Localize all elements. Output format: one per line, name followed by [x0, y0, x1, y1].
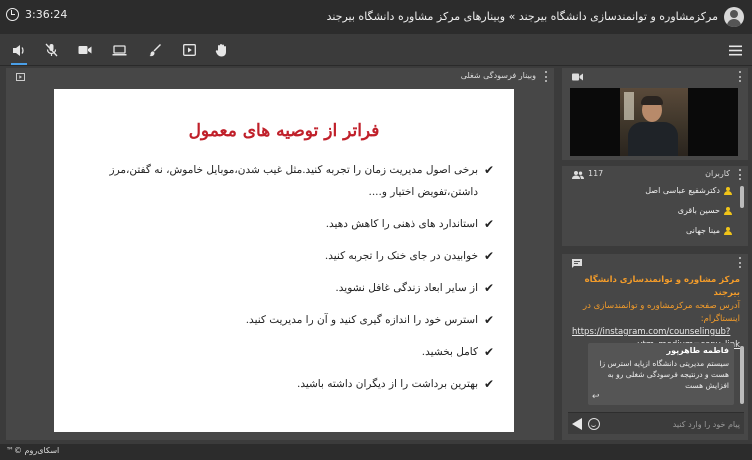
slide-bullet: ✔ برخی اصول مدیریت زمان را تجربه کنید.مثل…	[74, 159, 494, 203]
user-item[interactable]: دکترشفیع عباسی اصل	[645, 186, 732, 195]
chat-sender: فاطمه طاهرپور	[666, 346, 729, 355]
mic-button[interactable]	[42, 42, 60, 58]
video-header	[562, 68, 748, 86]
toolbar	[0, 34, 752, 66]
user-icon	[724, 186, 732, 195]
check-icon: ✔	[483, 249, 494, 263]
check-icon: ✔	[483, 377, 494, 391]
screen-share-icon	[112, 44, 126, 55]
chat-text: سیستم مدیریتی دانشگاه ازپایه استرس زا هس…	[599, 359, 729, 390]
presenter-image	[620, 88, 688, 156]
brush-icon	[149, 43, 161, 56]
slide-bullet: ✔ استاندارد های ذهنی را کاهش دهید.	[74, 213, 494, 235]
check-icon: ✔	[483, 163, 494, 177]
chat-icon	[572, 259, 582, 268]
users-title: کاربران	[705, 169, 730, 178]
presentation-options-icon[interactable]	[545, 71, 548, 82]
speaker-button[interactable]	[10, 42, 28, 65]
chat-sender: مرکز مشاوره و توانمندسازی دانشگاه بیرجند	[584, 275, 740, 298]
slide-bullet: ✔ خوابیدن در جای خنک را تجربه کنید.	[74, 245, 494, 267]
presentation-title: وبینار فرسودگی شغلی	[460, 71, 536, 80]
users-group-icon	[572, 171, 584, 179]
check-icon: ✔	[483, 313, 494, 327]
reply-icon[interactable]: ↩	[592, 392, 600, 402]
chat-panel: مرکز مشاوره و توانمندسازی دانشگاه بیرجند…	[562, 254, 748, 440]
users-panel: 117 کاربران دکترشفیع عباسی اصل حسین باقر…	[562, 166, 748, 246]
camera-icon	[78, 46, 92, 54]
user-avatar-icon[interactable]	[724, 7, 744, 27]
slide-bullet: ✔ استرس خود را اندازه گیری کنید و آن را م…	[74, 309, 494, 331]
slide-title: فراتر از توصیه های معمول	[188, 121, 380, 141]
slide: فراتر از توصیه های معمول ✔ برخی اصول مدیر…	[54, 89, 514, 432]
presentation-mode-icon[interactable]	[16, 73, 25, 81]
session-timer: 3:36:24	[6, 8, 67, 21]
presentation-panel: وبینار فرسودگی شغلی فراتر از توصیه های م…	[6, 68, 554, 440]
users-options-icon[interactable]	[739, 169, 742, 180]
video-panel	[562, 68, 748, 160]
user-icon	[724, 226, 732, 235]
user-item[interactable]: حسین باقری	[678, 206, 732, 215]
camera-button[interactable]	[76, 42, 94, 58]
check-icon: ✔	[483, 217, 494, 231]
footer: اسکای‌روم ©™	[0, 444, 752, 460]
chat-input-row	[568, 412, 744, 434]
send-icon[interactable]	[572, 418, 582, 430]
emoji-icon[interactable]	[588, 418, 600, 430]
slide-bullet: ✔ از سایر ابعاد زندگی غافل نشوید.	[74, 277, 494, 299]
video-options-icon[interactable]	[739, 71, 742, 82]
menu-button[interactable]	[726, 42, 744, 58]
chat-text: آدرس صفحه مرکزمشاوره و توانمندسازی در ای…	[583, 301, 740, 324]
chat-message: مرکز مشاوره و توانمندسازی دانشگاه بیرجند…	[572, 274, 740, 352]
screen-share-button[interactable]	[110, 42, 128, 58]
clock-icon	[6, 8, 19, 21]
check-icon: ✔	[483, 345, 494, 359]
users-header: 117 کاربران	[562, 166, 748, 184]
check-icon: ✔	[483, 281, 494, 295]
users-scrollbar[interactable]	[740, 186, 744, 208]
raise-hand-button[interactable]	[212, 42, 230, 58]
users-count: 117	[588, 169, 604, 178]
brush-button[interactable]	[146, 42, 164, 58]
timer-text: 3:36:24	[25, 8, 68, 21]
presentation-header: وبینار فرسودگی شغلی	[6, 68, 554, 86]
chat-scrollbar[interactable]	[740, 346, 744, 404]
brand-label: اسکای‌روم ©™	[6, 446, 60, 455]
slide-bullets: ✔ برخی اصول مدیریت زمان را تجربه کنید.مثل…	[74, 159, 494, 405]
video-camera-icon	[572, 73, 583, 81]
speaker-icon	[13, 44, 24, 56]
mic-muted-icon	[45, 43, 57, 57]
room-title: مرکزمشاوره و توانمندسازی دانشگاه بیرجند …	[326, 10, 718, 23]
chat-input[interactable]	[606, 415, 740, 433]
chat-link[interactable]: https://instagram.com/counselingub?	[572, 326, 740, 339]
user-item[interactable]: مینا جهانی	[686, 226, 732, 235]
user-icon	[724, 206, 732, 215]
play-icon	[182, 44, 196, 56]
slide-bullet: ✔ کامل بخشید.	[74, 341, 494, 363]
slide-bullet: ✔ بهترین برداشت را از دیگران داشته باشید.	[74, 373, 494, 395]
chat-options-icon[interactable]	[739, 257, 742, 268]
menu-icon	[728, 45, 742, 55]
chat-message: فاطمه طاهرپور سیستم مدیریتی دانشگاه ازپا…	[588, 343, 734, 405]
presenter-video[interactable]	[570, 88, 738, 156]
top-bar: 3:36:24 مرکزمشاوره و توانمندسازی دانشگاه…	[0, 0, 752, 34]
chat-header	[562, 254, 748, 272]
media-button[interactable]	[180, 42, 198, 58]
hand-icon	[215, 44, 226, 57]
